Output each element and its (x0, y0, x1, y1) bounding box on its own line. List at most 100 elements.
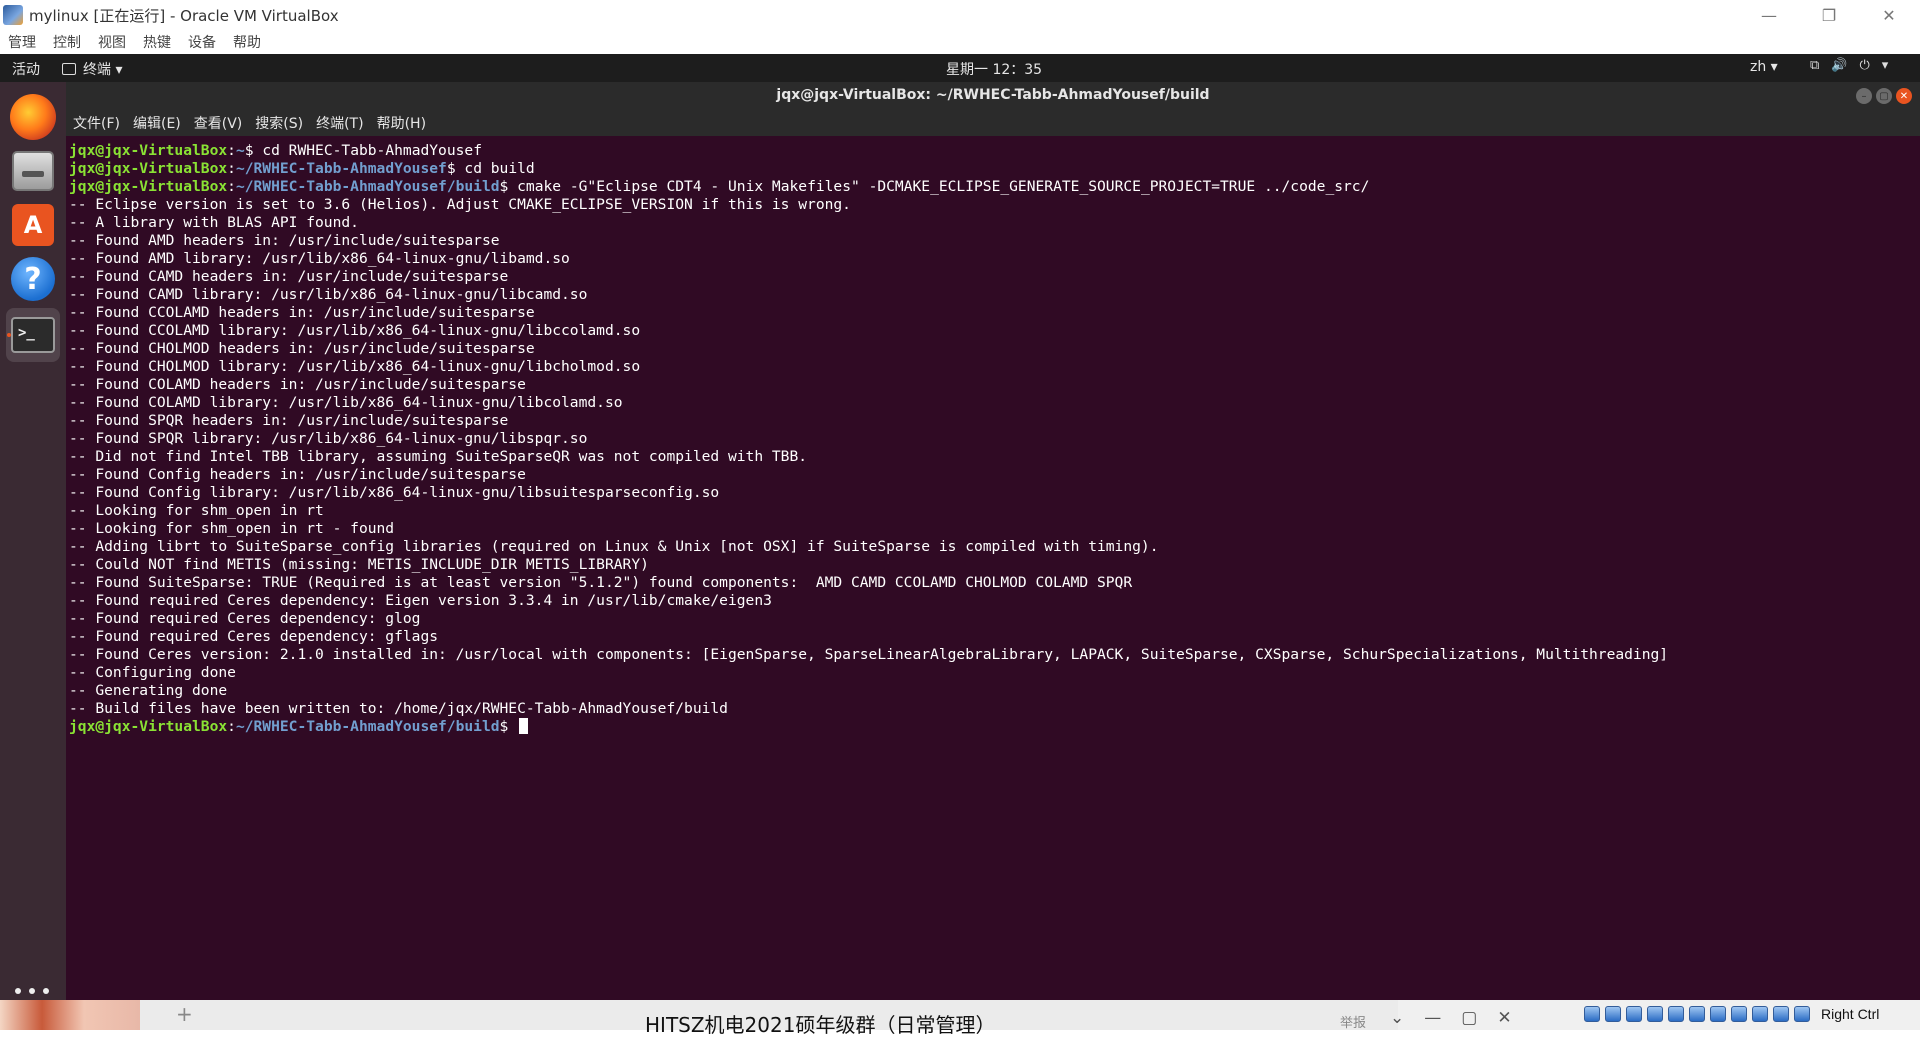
virtualbox-status-bar: Right Ctrl (1584, 1006, 1879, 1022)
terminal-line: -- Found CHOLMOD headers in: /usr/includ… (69, 340, 1920, 358)
text-cursor (519, 718, 529, 734)
add-icon[interactable]: + (176, 1002, 193, 1026)
terminal-titlebar: jqx@jqx-VirtualBox: ~/RWHEC-Tabb-AhmadYo… (66, 82, 1920, 110)
output-text: -- Found COLAMD headers in: /usr/include… (69, 376, 526, 393)
terminal-title: jqx@jqx-VirtualBox: ~/RWHEC-Tabb-AhmadYo… (776, 87, 1210, 103)
restore-button[interactable]: ❐ (1806, 0, 1852, 30)
terminal-line: jqx@jqx-VirtualBox:~/RWHEC-Tabb-AhmadYou… (69, 178, 1370, 195)
virtualbox-app-icon (3, 5, 23, 25)
display-icon[interactable] (1710, 1006, 1726, 1022)
output-text: -- Found CHOLMOD headers in: /usr/includ… (69, 340, 535, 357)
chat-window[interactable]: HITSZ机电2021硕年级群（日常管理） 举报 ⌄ — ▢ ✕ (140, 1000, 1512, 1037)
output-text: -- Found AMD headers in: /usr/include/su… (69, 232, 500, 249)
app-menu-label: 终端 ▾ (83, 62, 123, 78)
minimize-button[interactable]: — (1746, 0, 1792, 30)
system-tray[interactable]: ⧉ 🔊 ⏻ ▾ (1810, 58, 1888, 73)
video-capture-icon[interactable] (1731, 1006, 1747, 1022)
chat-window-controls: ⌄ — ▢ ✕ (1390, 1008, 1512, 1028)
terminal-line: -- Found Config headers in: /usr/include… (69, 466, 1920, 484)
mouse-integration-icon[interactable] (1773, 1006, 1789, 1022)
software-store-icon: A (12, 204, 54, 246)
app-menu[interactable]: 终端 ▾ (62, 59, 122, 79)
chat-minimize-button[interactable]: — (1424, 1008, 1441, 1028)
output-text: -- Adding librt to SuiteSparse_config li… (69, 538, 1159, 555)
chevron-down-icon: ▾ (1881, 58, 1889, 73)
report-button[interactable]: 举报 (1340, 1012, 1366, 1031)
menu-devices[interactable]: 设备 (188, 32, 216, 52)
output-text: -- Found Config library: /usr/lib/x86_64… (69, 484, 720, 501)
optical-drive-icon[interactable] (1605, 1006, 1621, 1022)
menu-manage[interactable]: 管理 (8, 32, 36, 52)
chat-close-button[interactable]: ✕ (1497, 1008, 1511, 1028)
output-text: -- Found CAMD headers in: /usr/include/s… (69, 268, 509, 285)
menu-view[interactable]: 视图 (98, 32, 126, 52)
output-text: -- Eclipse version is set to 3.6 (Helios… (69, 196, 851, 213)
menu-control[interactable]: 控制 (53, 32, 81, 52)
chat-maximize-button[interactable]: ▢ (1461, 1008, 1477, 1028)
shared-folders-icon[interactable] (1689, 1006, 1705, 1022)
files-icon (12, 151, 54, 191)
guest-screen: 活动 终端 ▾ 星期一 12：35 zh ▾ ⧉ 🔊 ⏻ ▾ A ? >_ jq… (0, 54, 1920, 1022)
close-button[interactable]: ✕ (1866, 0, 1912, 30)
dock-terminal[interactable]: >_ (6, 308, 60, 362)
terminal-menu-file[interactable]: 文件(F) (73, 113, 120, 133)
menu-hotkeys[interactable]: 热键 (143, 32, 171, 52)
terminal-line: -- Found COLAMD headers in: /usr/include… (69, 376, 1920, 394)
prompt-path: ~ (235, 142, 245, 159)
terminal-line: -- Looking for shm_open in rt - found (69, 520, 1920, 538)
dock-firefox[interactable] (6, 90, 60, 144)
output-text: -- Found required Ceres dependency: glog (69, 610, 421, 627)
terminal-menu-terminal[interactable]: 终端(T) (316, 113, 363, 133)
clock[interactable]: 星期一 12：35 (946, 59, 1042, 79)
prompt-path: ~/RWHEC-Tabb-AhmadYousef/build (235, 178, 500, 195)
command-text: cd build (464, 160, 535, 177)
terminal-line: -- Found required Ceres dependency: gfla… (69, 628, 1920, 646)
terminal-line: -- Generating done (69, 682, 1920, 700)
output-text: -- Found CAMD library: /usr/lib/x86_64-l… (69, 286, 588, 303)
chevron-down-icon[interactable]: ⌄ (1390, 1008, 1404, 1028)
cpu-activity-icon[interactable] (1752, 1006, 1768, 1022)
prompt-user: jqx@jqx-VirtualBox (69, 718, 228, 735)
terminal-output[interactable]: jqx@jqx-VirtualBox:~$ cd RWHEC-Tabb-Ahma… (66, 136, 1920, 1000)
terminal-menu-help[interactable]: 帮助(H) (377, 113, 426, 133)
terminal-line: -- Eclipse version is set to 3.6 (Helios… (69, 196, 1920, 214)
terminal-menu-view[interactable]: 查看(V) (194, 113, 243, 133)
terminal-line: -- A library with BLAS API found. (69, 214, 1920, 232)
terminal-line: jqx@jqx-VirtualBox:~/RWHEC-Tabb-AhmadYou… (69, 718, 1920, 736)
usb-icon[interactable] (1668, 1006, 1684, 1022)
output-text: -- A library with BLAS API found. (69, 214, 359, 231)
activities-button[interactable]: 活动 (12, 59, 40, 79)
terminal-maximize-button[interactable]: ▢ (1876, 88, 1892, 104)
output-text: -- Configuring done (69, 664, 236, 681)
terminal-line: -- Configuring done (69, 664, 1920, 682)
network-adapter-icon[interactable] (1647, 1006, 1663, 1022)
terminal-line: -- Found AMD headers in: /usr/include/su… (69, 232, 1920, 250)
audio-icon[interactable] (1626, 1006, 1642, 1022)
dock-help[interactable]: ? (6, 252, 60, 306)
output-text: -- Generating done (69, 682, 228, 699)
dock-software[interactable]: A (6, 198, 60, 252)
prompt-user: jqx@jqx-VirtualBox (69, 142, 228, 159)
dock-files[interactable] (6, 144, 60, 198)
terminal-line: -- Found required Ceres dependency: glog (69, 610, 1920, 628)
running-indicator (7, 333, 11, 337)
prompt-user: jqx@jqx-VirtualBox (69, 160, 228, 177)
host-key-label: Right Ctrl (1821, 1006, 1880, 1022)
input-language-indicator[interactable]: zh ▾ (1750, 59, 1778, 75)
terminal-menu-edit[interactable]: 编辑(E) (133, 113, 181, 133)
menu-help[interactable]: 帮助 (233, 32, 261, 52)
terminal-line: jqx@jqx-VirtualBox:~$ cd RWHEC-Tabb-Ahma… (69, 142, 482, 159)
terminal-line: -- Looking for shm_open in rt (69, 502, 1920, 520)
terminal-line: jqx@jqx-VirtualBox:~/RWHEC-Tabb-AhmadYou… (69, 160, 535, 177)
terminal-line: -- Could NOT find METIS (missing: METIS_… (69, 556, 1920, 574)
hard-disk-icon[interactable] (1584, 1006, 1600, 1022)
terminal-line: -- Build files have been written to: /ho… (69, 700, 1920, 718)
terminal-close-button[interactable]: ✕ (1896, 88, 1912, 104)
terminal-menu-search[interactable]: 搜索(S) (255, 113, 303, 133)
output-text: -- Could NOT find METIS (missing: METIS_… (69, 556, 649, 573)
chat-avatar[interactable] (0, 1000, 140, 1030)
keyboard-capture-icon[interactable] (1794, 1006, 1810, 1022)
output-text: -- Found CCOLAMD headers in: /usr/includ… (69, 304, 535, 321)
terminal-minimize-button[interactable]: – (1856, 88, 1872, 104)
ubuntu-top-bar: 活动 终端 ▾ 星期一 12：35 zh ▾ ⧉ 🔊 ⏻ ▾ (0, 54, 1920, 82)
